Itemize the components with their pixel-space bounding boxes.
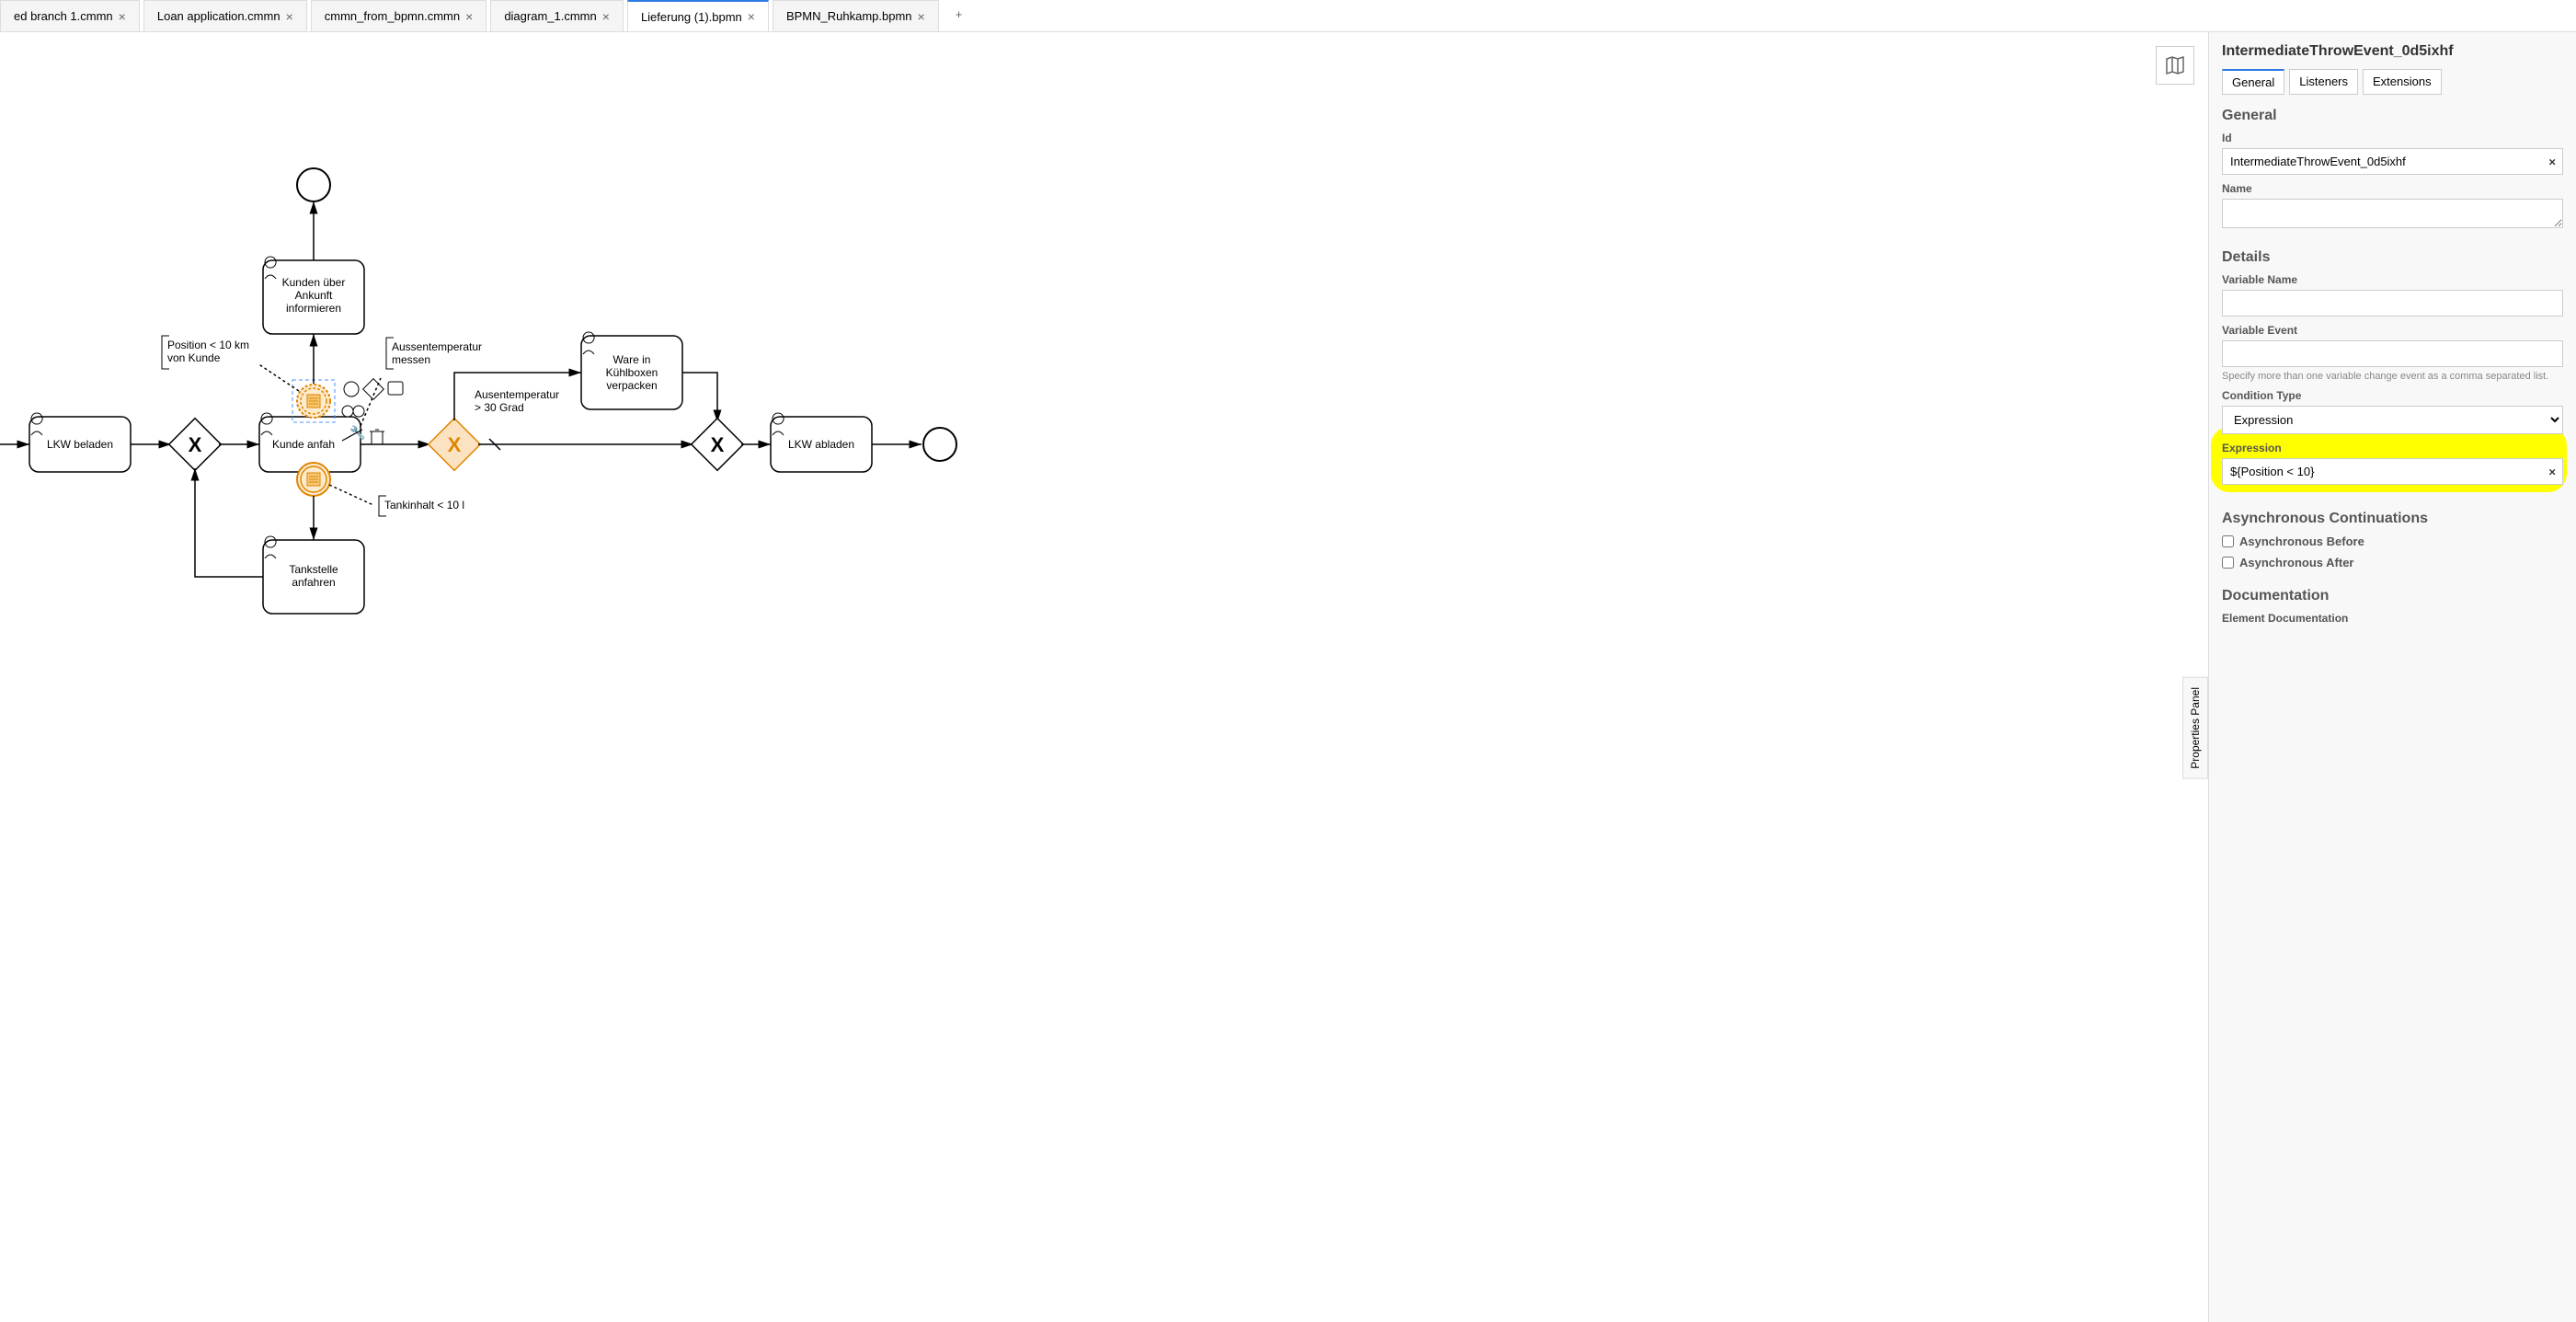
map-icon <box>2165 55 2185 75</box>
tab-diagram1[interactable]: diagram_1.cmmn× <box>490 0 624 31</box>
variable-name-field[interactable] <box>2222 290 2563 316</box>
close-icon[interactable]: × <box>465 9 473 24</box>
panel-tab-listeners[interactable]: Listeners <box>2289 69 2358 95</box>
close-icon[interactable]: × <box>918 9 925 24</box>
context-intermediate-icon[interactable] <box>353 406 364 417</box>
condition-type-select[interactable]: Expression <box>2222 406 2563 434</box>
editor-tabs: ed branch 1.cmmn× Loan application.cmmn×… <box>0 0 2576 32</box>
name-label: Name <box>2222 182 2563 195</box>
svg-text:X: X <box>189 433 202 456</box>
svg-text:LKW beladen: LKW beladen <box>47 438 113 451</box>
tab-lieferung[interactable]: Lieferung (1).bpmn× <box>627 0 769 31</box>
clear-icon[interactable]: × <box>2548 465 2556 478</box>
panel-tab-extensions[interactable]: Extensions <box>2363 69 2442 95</box>
element-documentation-label: Element Documentation <box>2222 612 2563 625</box>
minimap-toggle[interactable] <box>2156 46 2194 85</box>
context-pad: 🔧 <box>342 379 403 444</box>
context-end-icon[interactable] <box>342 406 353 417</box>
tab-bpmn-ruhkamp[interactable]: BPMN_Ruhkamp.bpmn× <box>773 0 939 31</box>
section-async: Asynchronous Continuations <box>2222 511 2563 527</box>
context-delete-icon[interactable] <box>370 430 384 444</box>
condition-type-label: Condition Type <box>2222 389 2563 402</box>
variable-event-field[interactable] <box>2222 340 2563 367</box>
annotation-position: Position < 10 kmvon Kunde <box>167 339 249 364</box>
expression-label: Expression <box>2222 442 2563 454</box>
tab-cmmn-from-bpmn[interactable]: cmmn_from_bpmn.cmmn× <box>311 0 487 31</box>
variable-name-label: Variable Name <box>2222 273 2563 286</box>
svg-text:X: X <box>448 433 462 456</box>
context-event-icon[interactable] <box>344 382 359 397</box>
svg-text:X: X <box>711 433 725 456</box>
annotation-aussentemp: Aussentemperaturmessen <box>392 340 482 366</box>
panel-tab-general[interactable]: General <box>2222 69 2284 95</box>
clear-icon[interactable]: × <box>2548 155 2556 168</box>
end-event-main[interactable] <box>923 428 956 461</box>
svg-text:Kunde anfah: Kunde anfah <box>272 438 335 451</box>
properties-panel: IntermediateThrowEvent_0d5ixhf General L… <box>2208 32 2576 1322</box>
close-icon[interactable]: × <box>286 9 293 24</box>
tab-branch1[interactable]: ed branch 1.cmmn× <box>0 0 140 31</box>
name-field[interactable] <box>2222 199 2563 228</box>
svg-text:LKW abladen: LKW abladen <box>788 438 854 451</box>
async-after-label: Asynchronous After <box>2239 556 2353 569</box>
svg-text:Tankstelleanfahren: Tankstelleanfahren <box>289 563 338 589</box>
diagram-canvas[interactable]: LKW beladen X Kunde anfah <box>0 32 2208 1322</box>
id-label: Id <box>2222 132 2563 144</box>
section-documentation: Documentation <box>2222 588 2563 604</box>
async-after-checkbox[interactable] <box>2222 557 2234 569</box>
close-icon[interactable]: × <box>119 9 126 24</box>
variable-event-hint: Specify more than one variable change ev… <box>2222 371 2563 382</box>
variable-event-label: Variable Event <box>2222 324 2563 337</box>
end-event-top[interactable] <box>297 168 330 201</box>
svg-text:Ware inKühlboxenverpacken: Ware inKühlboxenverpacken <box>606 353 658 392</box>
section-general: General <box>2222 108 2563 124</box>
async-before-label: Asynchronous Before <box>2239 535 2364 548</box>
id-field[interactable] <box>2222 148 2563 175</box>
close-icon[interactable]: × <box>748 9 755 24</box>
context-task-icon[interactable] <box>388 382 403 395</box>
section-details: Details <box>2222 249 2563 266</box>
expression-highlight: Expression × <box>2211 427 2567 492</box>
context-gateway-icon[interactable] <box>363 379 384 400</box>
add-tab-button[interactable]: + <box>943 0 976 31</box>
properties-panel-toggle[interactable]: Properties Panel <box>2182 677 2208 779</box>
panel-element-title: IntermediateThrowEvent_0d5ixhf <box>2222 43 2563 60</box>
gateway-merge-2[interactable]: X <box>692 419 744 471</box>
async-before-checkbox[interactable] <box>2222 535 2234 547</box>
annotation-ausentemp30: Ausentemperatur> 30 Grad <box>475 388 559 414</box>
gateway-merge-1[interactable]: X <box>169 419 222 471</box>
expression-field[interactable] <box>2222 458 2563 485</box>
close-icon[interactable]: × <box>602 9 610 24</box>
annotation-tankinhalt: Tankinhalt < 10 l <box>384 499 464 512</box>
gateway-temp[interactable]: X <box>429 419 481 471</box>
tab-loan-application[interactable]: Loan application.cmmn× <box>143 0 307 31</box>
